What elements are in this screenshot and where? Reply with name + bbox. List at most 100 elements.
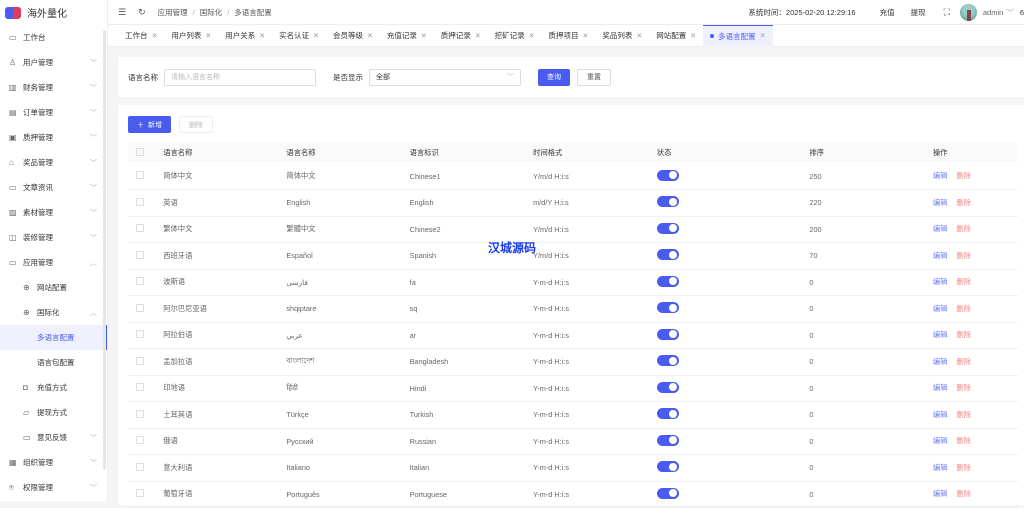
breadcrumb-item[interactable]: 国际化: [200, 7, 223, 18]
row-checkbox[interactable]: [136, 383, 144, 392]
row-checkbox[interactable]: [136, 489, 144, 498]
sidebar-item[interactable]: ▨ 素材管理 ﹀: [0, 200, 107, 225]
tab[interactable]: 工作台 ✕: [118, 25, 164, 47]
sidebar-item[interactable]: ⊕ 国际化 ︿: [0, 300, 107, 325]
edit-link[interactable]: 编辑: [933, 357, 948, 366]
row-checkbox[interactable]: [136, 197, 144, 206]
sidebar-scrollbar[interactable]: [103, 30, 106, 470]
delete-link[interactable]: 删除: [956, 224, 971, 233]
chevron-down-icon[interactable]: ﹀: [1006, 7, 1014, 18]
avatar[interactable]: [959, 4, 977, 21]
edit-link[interactable]: 编辑: [933, 224, 948, 233]
row-checkbox[interactable]: [136, 330, 144, 339]
sidebar-item[interactable]: 语言包配置: [0, 350, 107, 375]
delete-link[interactable]: 删除: [956, 436, 971, 445]
delete-link[interactable]: 删除: [956, 330, 971, 339]
delete-link[interactable]: 删除: [956, 383, 971, 392]
sidebar-item[interactable]: ▭ 文章资讯 ﹀: [0, 175, 107, 200]
edit-link[interactable]: 编辑: [933, 171, 948, 180]
sidebar-item[interactable]: ⌂ 奖品管理 ﹀: [0, 150, 107, 175]
row-checkbox[interactable]: [136, 409, 144, 418]
row-checkbox[interactable]: [136, 303, 144, 312]
tab[interactable]: 充值记录 ✕: [380, 25, 434, 47]
tab[interactable]: 用户列表 ✕: [164, 25, 218, 47]
status-toggle[interactable]: [656, 222, 679, 234]
delete-link[interactable]: 删除: [956, 251, 971, 260]
select-all-checkbox[interactable]: [136, 148, 144, 156]
sidebar-item[interactable]: 多语言配置: [0, 325, 107, 350]
edit-link[interactable]: 编辑: [933, 489, 948, 498]
edit-link[interactable]: 编辑: [933, 330, 948, 339]
refresh-icon[interactable]: ↻: [138, 7, 146, 18]
status-toggle[interactable]: [656, 302, 679, 314]
sidebar-item[interactable]: ▣ 质押管理 ﹀: [0, 125, 107, 150]
row-checkbox[interactable]: [136, 462, 144, 471]
sidebar-item[interactable]: ▭ 工作台: [0, 25, 107, 50]
add-button[interactable]: ＋新增: [128, 116, 171, 133]
sidebar-item[interactable]: ▭ 意见反馈 ﹀: [0, 425, 107, 450]
edit-link[interactable]: 编辑: [933, 304, 948, 313]
close-icon[interactable]: ✕: [760, 32, 766, 40]
show-select[interactable]: 全部 ﹀: [369, 68, 521, 86]
close-icon[interactable]: ✕: [475, 32, 481, 40]
sidebar-item[interactable]: ⊕ 网站配置: [0, 275, 107, 300]
close-icon[interactable]: ✕: [205, 32, 211, 40]
tab[interactable]: 奖品列表 ✕: [595, 25, 649, 47]
status-toggle[interactable]: [656, 196, 679, 208]
close-icon[interactable]: ✕: [259, 32, 265, 40]
sidebar-item[interactable]: ⍟ 权限管理 ﹀: [0, 475, 107, 500]
language-name-input[interactable]: 请输入语言名称: [164, 68, 316, 86]
sidebar-item[interactable]: ♙ 用户管理 ﹀: [0, 50, 107, 75]
row-checkbox[interactable]: [136, 250, 144, 259]
sidebar-item[interactable]: ▱ 提现方式: [0, 400, 107, 425]
sidebar-item[interactable]: ▤ 订单管理 ﹀: [0, 100, 107, 125]
status-toggle[interactable]: [656, 355, 679, 367]
row-checkbox[interactable]: [136, 277, 144, 286]
sidebar-item[interactable]: ◘ 充值方式: [0, 375, 107, 400]
close-icon[interactable]: ✕: [636, 32, 642, 40]
fullscreen-icon[interactable]: ⛶: [944, 7, 950, 18]
delete-link[interactable]: 删除: [956, 357, 971, 366]
close-icon[interactable]: ✕: [152, 32, 158, 40]
edit-link[interactable]: 编辑: [933, 410, 948, 419]
close-icon[interactable]: ✕: [367, 32, 373, 40]
tab[interactable]: 会员等级 ✕: [326, 25, 380, 47]
tab[interactable]: 质押项目 ✕: [542, 25, 596, 47]
close-icon[interactable]: ✕: [313, 32, 319, 40]
row-checkbox[interactable]: [136, 436, 144, 445]
tab[interactable]: 多语言配置 ✕: [703, 24, 773, 47]
recharge-link[interactable]: 充值: [880, 7, 895, 18]
edit-link[interactable]: 编辑: [933, 251, 948, 260]
tab[interactable]: 实名认证 ✕: [272, 25, 326, 47]
delete-link[interactable]: 删除: [956, 489, 971, 498]
edit-link[interactable]: 编辑: [933, 463, 948, 472]
delete-link[interactable]: 删除: [956, 304, 971, 313]
row-checkbox[interactable]: [136, 171, 144, 179]
close-icon[interactable]: ✕: [690, 32, 696, 40]
withdraw-link[interactable]: 提现: [911, 7, 926, 18]
tab[interactable]: 用户关系 ✕: [218, 25, 272, 47]
breadcrumb-item[interactable]: 应用管理: [158, 7, 188, 18]
status-toggle[interactable]: [656, 249, 679, 261]
sidebar-item[interactable]: ▥ 财务管理 ﹀: [0, 75, 107, 100]
status-toggle[interactable]: [656, 381, 679, 393]
delete-link[interactable]: 删除: [956, 463, 971, 472]
sidebar-item[interactable]: ▭ 应用管理 ︿: [0, 250, 107, 275]
tab[interactable]: 挖矿记录 ✕: [488, 25, 542, 47]
tab[interactable]: 网站配置 ✕: [649, 25, 703, 47]
row-checkbox[interactable]: [136, 224, 144, 233]
reset-button[interactable]: 重置: [577, 68, 611, 86]
row-checkbox[interactable]: [136, 356, 144, 365]
sidebar-item[interactable]: ▦ 组织管理 ﹀: [0, 450, 107, 475]
status-toggle[interactable]: [656, 328, 679, 340]
sidebar-item[interactable]: ◫ 装修管理 ﹀: [0, 225, 107, 250]
status-toggle[interactable]: [656, 461, 679, 473]
close-icon[interactable]: ✕: [421, 32, 427, 40]
delete-link[interactable]: 删除: [956, 171, 971, 180]
delete-button[interactable]: 删除: [179, 116, 213, 133]
status-toggle[interactable]: [656, 487, 679, 499]
edit-link[interactable]: 编辑: [933, 436, 948, 445]
status-toggle[interactable]: [656, 169, 679, 181]
edit-link[interactable]: 编辑: [933, 198, 948, 207]
edit-link[interactable]: 编辑: [933, 277, 948, 286]
